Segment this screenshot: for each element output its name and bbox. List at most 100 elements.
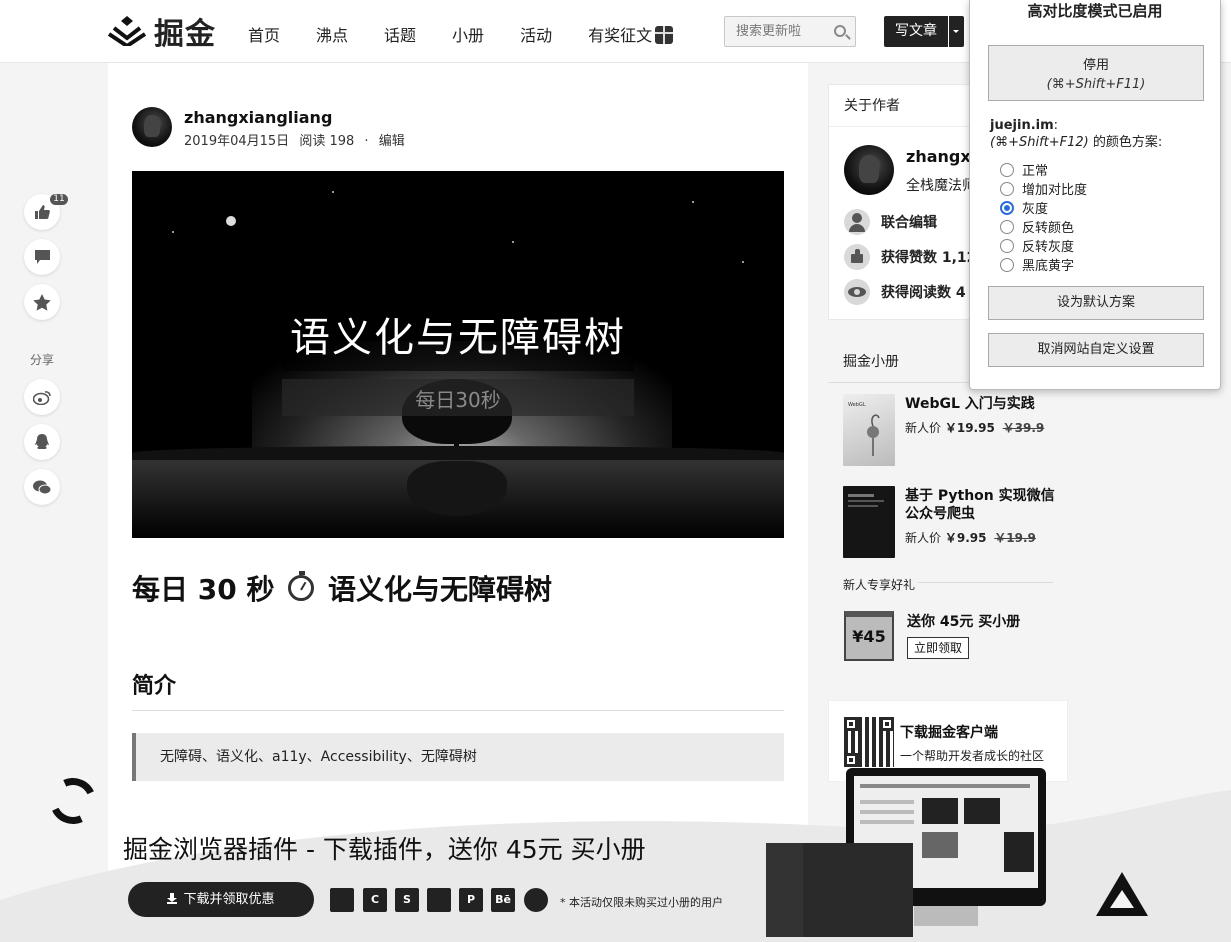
- qq-icon: [35, 434, 49, 449]
- wechat-icon: [33, 480, 51, 494]
- stat-reads: 获得阅读数 4: [844, 279, 966, 305]
- scheme-option-label: 反转颜色: [1022, 221, 1075, 236]
- juejin-logo[interactable]: 掘金: [108, 14, 216, 52]
- coupon-icon: ¥45: [844, 611, 894, 661]
- juejin-logo-icon: [108, 16, 146, 46]
- edit-link[interactable]: 编辑: [379, 134, 405, 149]
- book-title[interactable]: 基于 Python 实现微信公众号爬虫: [905, 487, 1055, 523]
- s-icon: S: [395, 888, 419, 912]
- scheme-option-label: 正常: [1022, 164, 1049, 179]
- radio-button-selected[interactable]: [1000, 200, 1014, 215]
- search-box: [724, 16, 856, 47]
- scheme-option-normal[interactable]: 正常: [1000, 160, 1048, 179]
- gift-divider: [918, 582, 1053, 583]
- nav-pins[interactable]: 沸点: [316, 22, 348, 46]
- radio-button[interactable]: [1000, 181, 1014, 196]
- author-card-avatar[interactable]: [844, 145, 894, 195]
- nav-home[interactable]: 首页: [248, 22, 280, 46]
- monitor-stand: [914, 906, 978, 926]
- nav-topics[interactable]: 话题: [384, 22, 416, 46]
- claim-coupon-button[interactable]: 立即领取: [907, 637, 969, 659]
- eye-icon: [844, 279, 870, 305]
- set-default-button[interactable]: 设为默认方案: [988, 286, 1204, 320]
- author-avatar[interactable]: [132, 107, 172, 147]
- radio-button[interactable]: [1000, 238, 1014, 253]
- flamingo-illustration: WebGL: [848, 402, 880, 456]
- price-label: 新人价: [905, 531, 942, 545]
- star-dot: [512, 241, 514, 243]
- promo-title: 掘金浏览器插件 - 下载插件，送你 45元 买小册: [123, 835, 646, 864]
- plugin-promo-banner: 掘金浏览器插件 - 下载插件，送你 45元 买小册 下载并领取优惠 C S P …: [0, 790, 1231, 942]
- price-now: ￥19.95: [944, 421, 995, 435]
- download-icon: [167, 893, 178, 904]
- stat-likes-label: 获得赞数 1,12: [881, 250, 977, 266]
- write-article-button[interactable]: 写文章: [884, 16, 948, 47]
- stopwatch-icon: [288, 571, 315, 601]
- coupon-text: 送你 45元 买小册: [907, 614, 1021, 630]
- gift-icon: [655, 26, 674, 44]
- scheme-option-invert-gray[interactable]: 反转灰度: [1000, 236, 1074, 255]
- stat-reads-label: 获得阅读数 4: [881, 285, 966, 301]
- p-icon: P: [459, 888, 483, 912]
- radio-button[interactable]: [1000, 219, 1014, 234]
- book-price: 新人价 ￥19.95 ￥39.9: [905, 419, 1044, 436]
- share-wechat-button[interactable]: [24, 469, 60, 505]
- scheme-option-increase-contrast[interactable]: 增加对比度: [1000, 179, 1087, 198]
- share-weibo-button[interactable]: [24, 379, 60, 415]
- site-name: juejin.im: [990, 118, 1054, 133]
- radio-button[interactable]: [1000, 257, 1014, 272]
- read-count: 阅读 198: [299, 134, 355, 149]
- disable-label: 停用: [1082, 58, 1109, 73]
- publish-date: 2019年04月15日: [184, 134, 290, 149]
- search-input[interactable]: [725, 17, 825, 46]
- book-cover-python[interactable]: [843, 486, 895, 558]
- price-now: ￥9.95: [944, 531, 987, 545]
- qr-finder: [844, 753, 858, 767]
- newcomer-gift-header: 新人专享好礼: [843, 578, 916, 592]
- cover-title: 语义化与无障碍树: [290, 315, 626, 361]
- star-dot: [742, 261, 744, 263]
- article-meta: 2019年04月15日 阅读 198 · 编辑: [184, 130, 411, 149]
- search-icon[interactable]: [834, 25, 846, 37]
- book-cover-webgl[interactable]: WebGL: [843, 394, 895, 466]
- download-plugin-button[interactable]: 下载并领取优惠: [128, 882, 314, 917]
- svg-text:WebGL: WebGL: [848, 402, 866, 408]
- screen-line: [860, 810, 914, 814]
- scheme-option-label: 反转灰度: [1022, 240, 1075, 255]
- screen-tile: [922, 832, 958, 858]
- app-download-title[interactable]: 下载掘金客户端: [900, 722, 998, 742]
- scheme-option-label: 增加对比度: [1022, 183, 1088, 198]
- dribbble-icon: [524, 888, 548, 912]
- scheme-option-label: 黑底黄字: [1022, 259, 1075, 274]
- nav-contest[interactable]: 有奖征文: [588, 22, 674, 46]
- author-name[interactable]: zhangxiangliang: [184, 108, 332, 127]
- github-icon: [330, 888, 354, 912]
- book-title[interactable]: WebGL 入门与实践: [905, 395, 1055, 413]
- article-title: 每日 30 秒 语义化与无障碍树: [132, 568, 552, 608]
- cancel-site-custom-button[interactable]: 取消网站自定义设置: [988, 333, 1204, 367]
- article-title-prefix: 每日 30 秒: [132, 573, 275, 606]
- site-scheme-label: juejin.im: (⌘+Shift+F12) 的颜色方案:: [990, 117, 1162, 151]
- qr-code: [844, 717, 894, 767]
- price-original: ￥19.9: [994, 531, 1036, 545]
- promo-note: * 本活动仅限未购买过小册的用户: [560, 896, 723, 909]
- main-nav: 首页 沸点 话题 小册 活动 有奖征文: [248, 22, 709, 46]
- weibo-icon: [33, 390, 51, 405]
- share-qq-button[interactable]: [24, 424, 60, 460]
- share-label: 分享: [30, 353, 55, 367]
- stat-coeditor-label: 联合编辑: [881, 215, 937, 231]
- scheme-option-grayscale[interactable]: 灰度: [1000, 198, 1048, 217]
- site-colon: :: [1053, 118, 1059, 133]
- chart-icon: [427, 888, 451, 912]
- scheme-option-invert[interactable]: 反转颜色: [1000, 217, 1074, 236]
- nav-books[interactable]: 小册: [452, 22, 484, 46]
- write-dropdown-button[interactable]: [949, 16, 964, 47]
- collect-button[interactable]: [24, 284, 60, 320]
- like-count-badge: 11: [50, 194, 68, 205]
- radio-button[interactable]: [1000, 162, 1014, 177]
- scheme-option-label: 灰度: [1022, 202, 1049, 217]
- comment-button[interactable]: [24, 239, 60, 275]
- nav-events[interactable]: 活动: [520, 22, 552, 46]
- disable-button[interactable]: 停用 (⌘+Shift+F11): [988, 45, 1204, 101]
- scheme-option-yellow-on-black[interactable]: 黑底黄字: [1000, 255, 1074, 274]
